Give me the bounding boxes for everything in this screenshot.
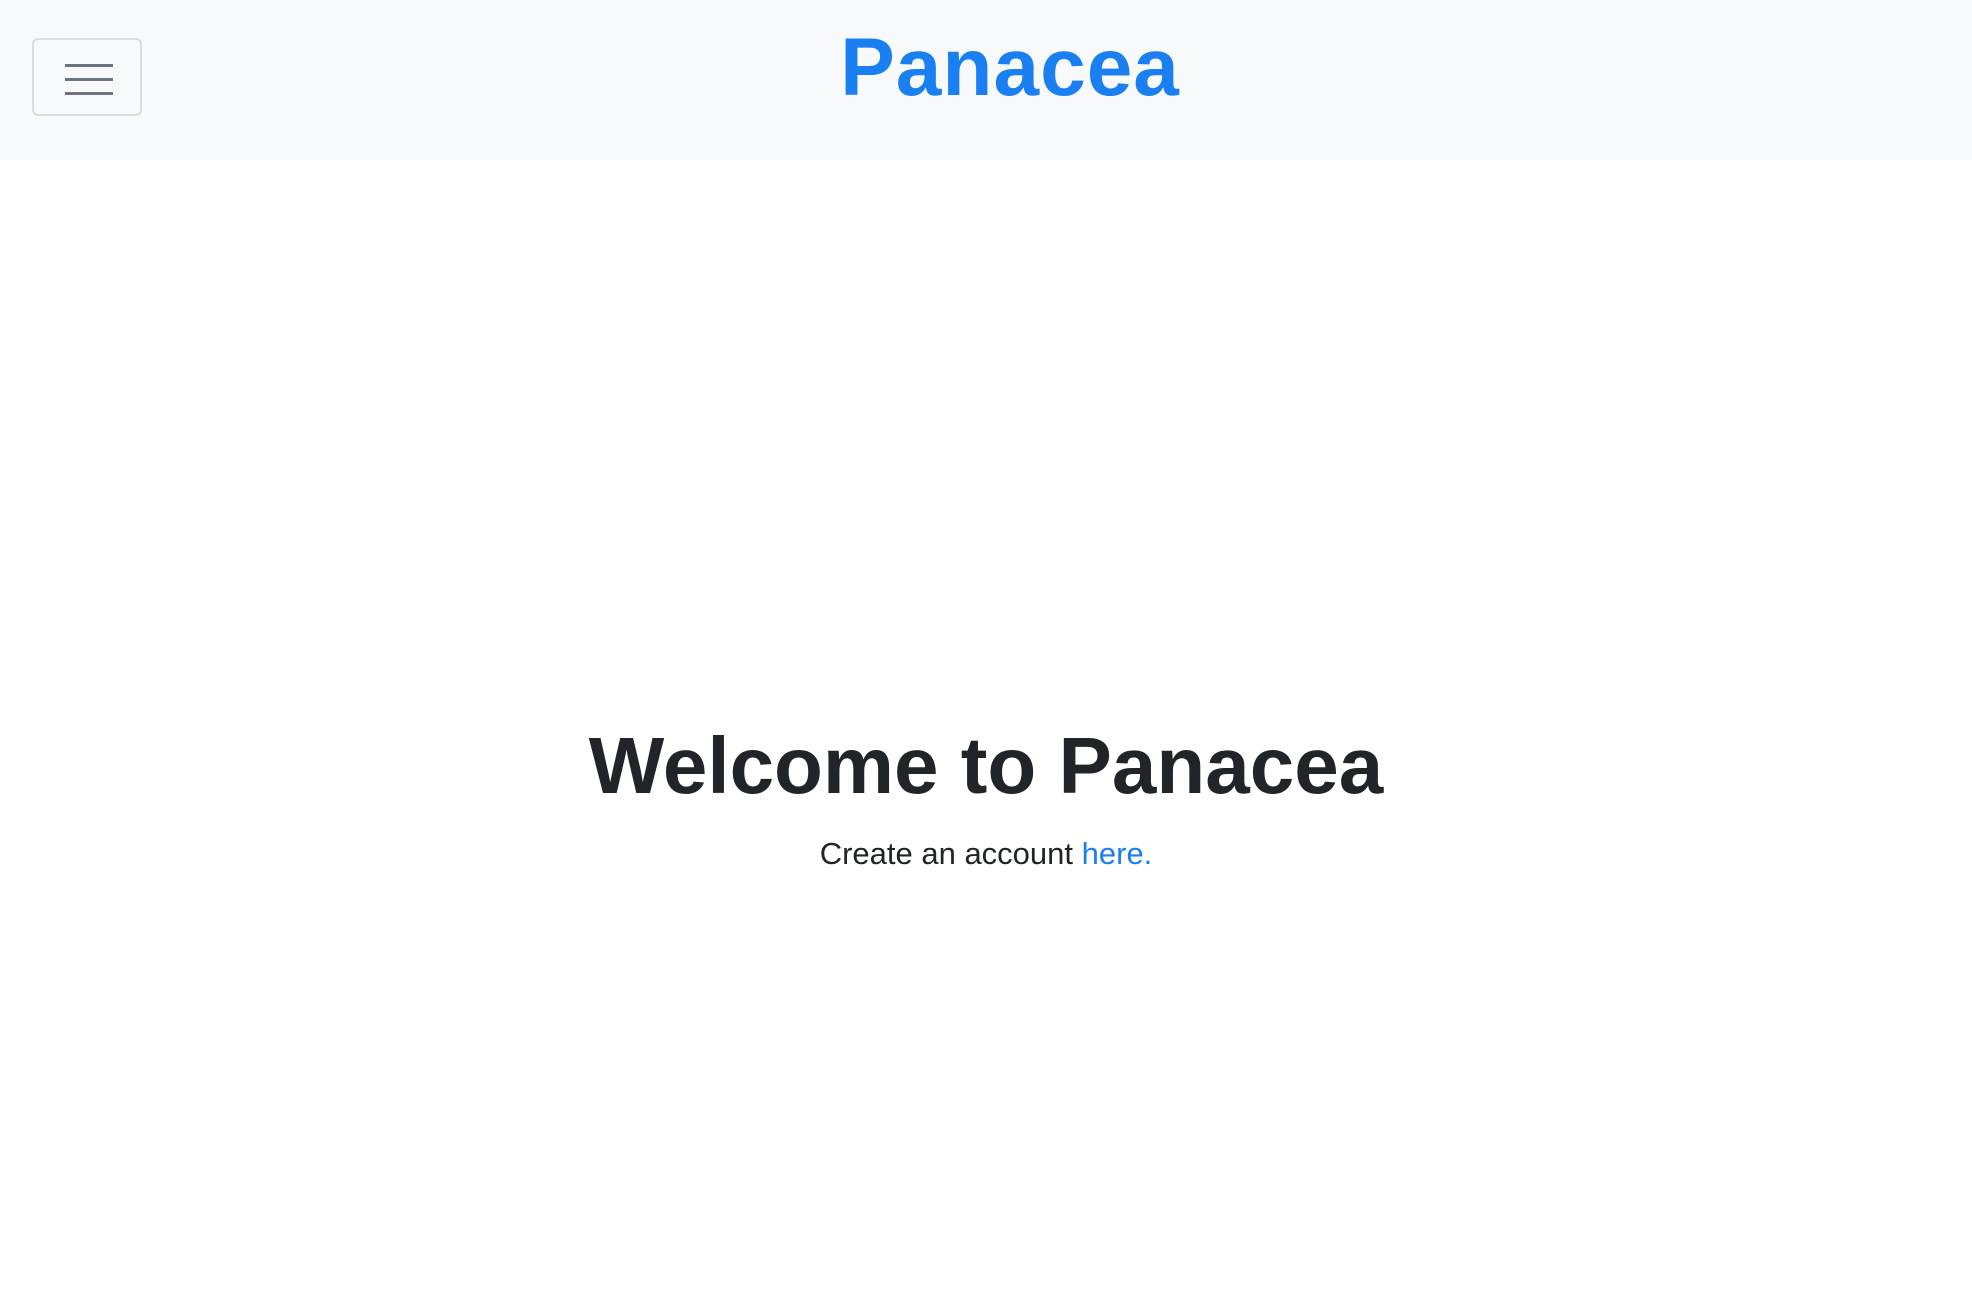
page-title: Welcome to Panacea	[588, 721, 1384, 810]
signup-prompt-text: Create an account	[819, 836, 1082, 871]
hero-section: Welcome to Panacea Create an account her…	[0, 716, 1972, 874]
brand-link[interactable]: Panacea	[0, 22, 1972, 114]
signup-prompt: Create an account here.	[0, 834, 1972, 874]
signup-link[interactable]: here.	[1082, 836, 1153, 871]
navbar: Panacea	[0, 0, 1972, 160]
